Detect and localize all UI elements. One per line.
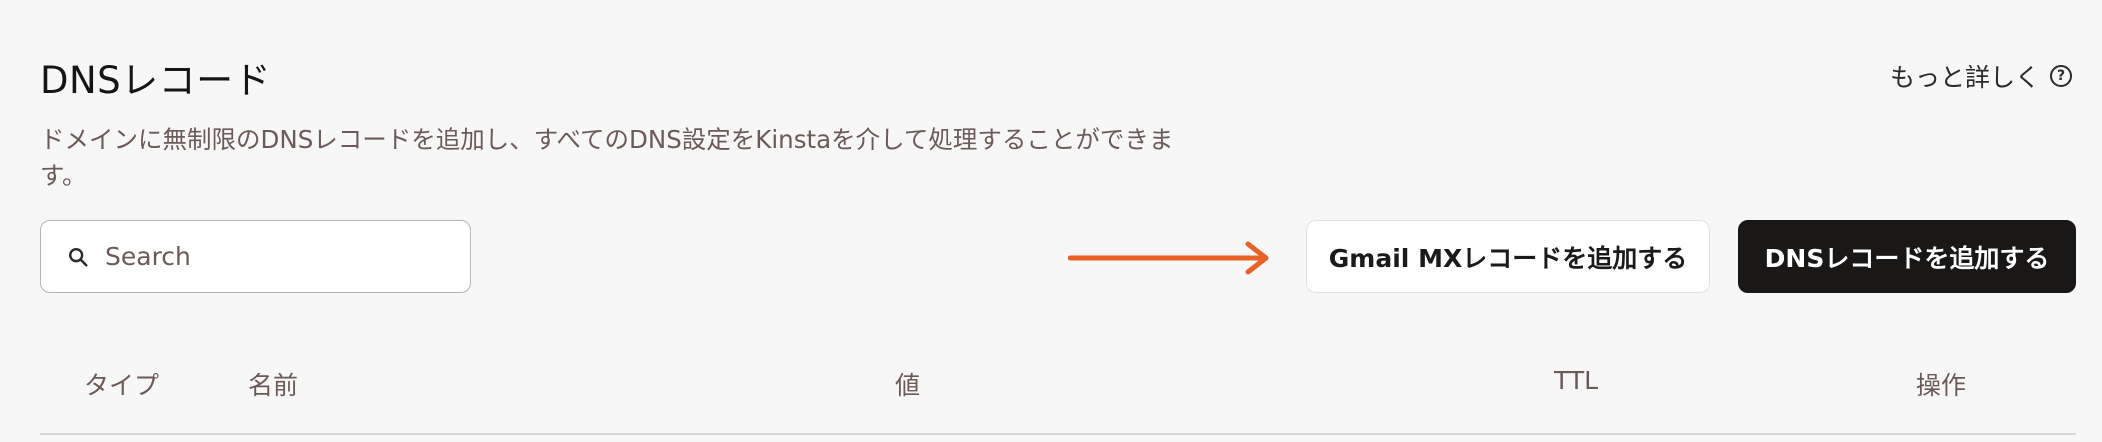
column-header-actions: 操作 bbox=[1916, 371, 1967, 400]
table-header: タイプ 名前 値 TTL 操作 bbox=[40, 360, 2076, 435]
column-header-ttl[interactable]: TTL bbox=[1554, 366, 1598, 395]
search-box[interactable] bbox=[40, 220, 471, 293]
learn-more-label: もっと詳しく bbox=[1889, 63, 2040, 92]
question-circle-icon: ? bbox=[2050, 65, 2072, 87]
page-title: DNSレコード bbox=[40, 59, 272, 102]
search-input[interactable] bbox=[105, 242, 445, 271]
add-dns-record-button[interactable]: DNSレコードを追加する bbox=[1738, 220, 2076, 293]
learn-more-link[interactable]: もっと詳しく ? bbox=[1890, 58, 2072, 94]
page-description: ドメインに無制限のDNSレコードを追加し、すべてのDNS設定をKinstaを介し… bbox=[40, 125, 1174, 190]
column-header-name[interactable]: 名前 bbox=[248, 366, 298, 402]
dns-records-page: DNSレコード もっと詳しく ? ドメインに無制限のDNSレコードを追加し、すべ… bbox=[0, 0, 2102, 442]
column-header-value[interactable]: 値 bbox=[895, 366, 920, 402]
column-header-type[interactable]: タイプ bbox=[84, 366, 159, 402]
annotation-arrow bbox=[1068, 241, 1269, 275]
search-icon bbox=[69, 247, 88, 267]
add-gmail-mx-button[interactable]: Gmail MXレコードを追加する bbox=[1306, 220, 1710, 293]
